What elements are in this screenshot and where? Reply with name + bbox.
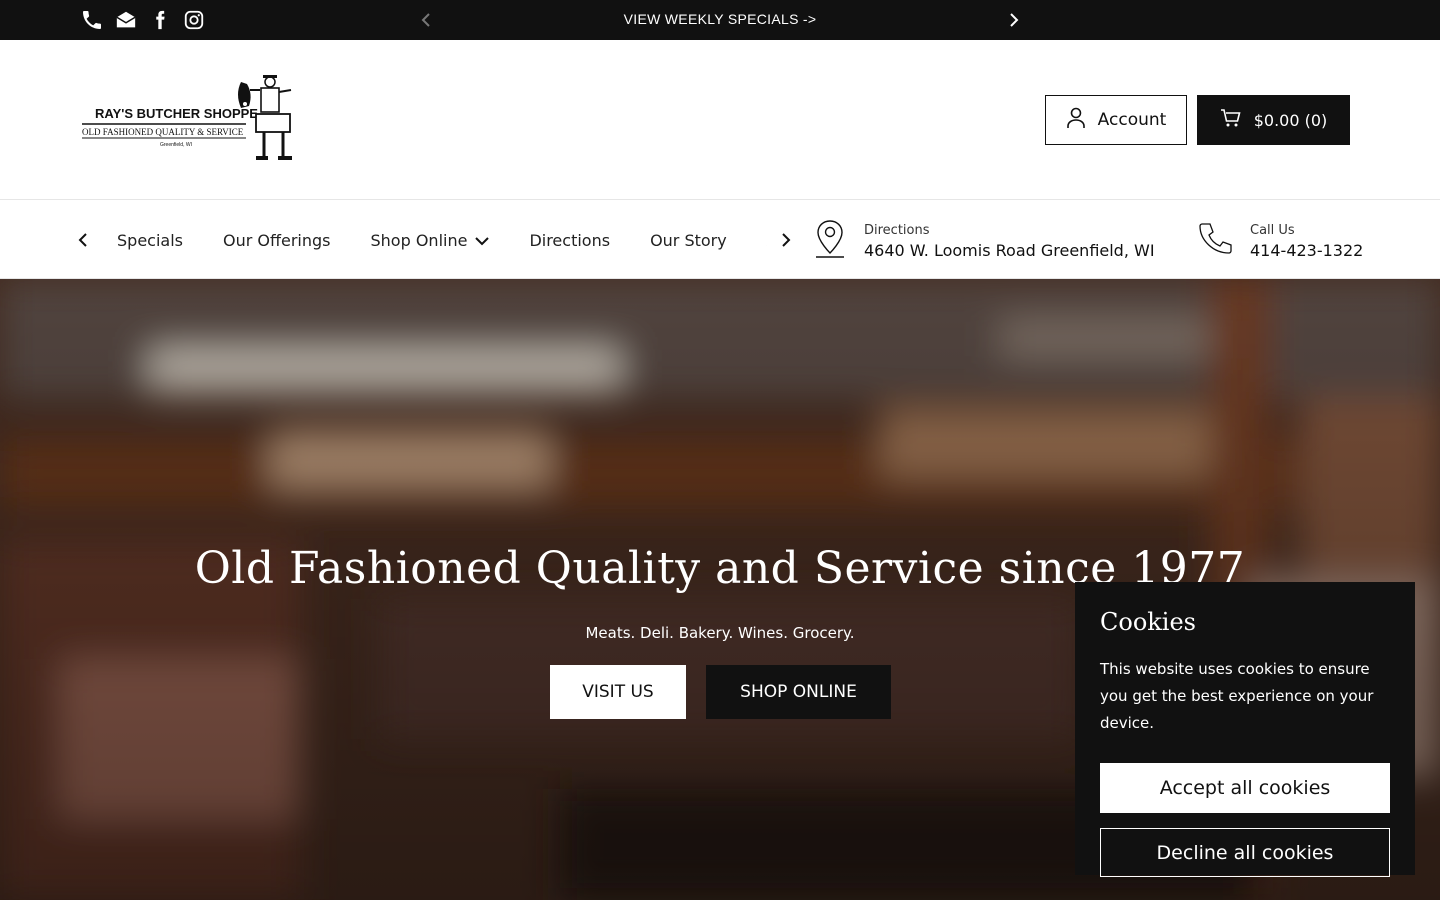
phone-outline-icon <box>1196 219 1234 263</box>
directions-info[interactable]: Directions 4640 W. Loomis Road Greenfiel… <box>812 219 1155 263</box>
chevron-down-icon <box>475 231 490 250</box>
directions-label: Directions <box>864 222 930 238</box>
nav-item-specials[interactable]: Specials <box>117 231 183 250</box>
announcement-prev-icon[interactable] <box>417 10 435 30</box>
phone-icon[interactable] <box>80 8 104 32</box>
svg-text:OLD FASHIONED QUALITY & SERVIC: OLD FASHIONED QUALITY & SERVICE <box>82 127 244 137</box>
announcement-bar: VIEW WEEKLY SPECIALS -> <box>0 0 1440 40</box>
store-address: 4640 W. Loomis Road Greenfield, WI <box>864 240 1155 260</box>
store-phone: 414-423-1322 <box>1250 240 1364 260</box>
nav-item-shop-online[interactable]: Shop Online <box>371 231 490 250</box>
nav-prev-icon[interactable] <box>74 230 92 250</box>
cookie-message: This website uses cookies to ensure you … <box>1100 660 1374 732</box>
nav-item-directions[interactable]: Directions <box>529 231 610 250</box>
cookie-title: Cookies <box>1100 608 1196 636</box>
nav-next-icon[interactable] <box>777 230 795 250</box>
nav-item-our-offerings[interactable]: Our Offerings <box>223 231 331 250</box>
call-info[interactable]: Call Us 414-423-1322 <box>1196 219 1363 263</box>
accept-cookies-button[interactable]: Accept all cookies <box>1100 763 1390 813</box>
cookie-banner: Cookies This website uses cookies to ens… <box>1075 582 1415 877</box>
decline-cookies-button[interactable]: Decline all cookies <box>1100 828 1390 877</box>
main-nav: Specials Our Offerings Shop Online Direc… <box>0 201 1440 279</box>
cart-icon <box>1220 108 1242 132</box>
cart-label: $0.00 (0) <box>1253 110 1328 130</box>
store-logo[interactable]: RAY'S BUTCHER SHOPPE OLD FASHIONED QUALI… <box>80 74 296 164</box>
cart-button[interactable]: $0.00 (0) <box>1197 95 1350 145</box>
weekly-specials-link[interactable]: VIEW WEEKLY SPECIALS -> <box>500 11 940 27</box>
call-us-label: Call Us <box>1250 222 1295 238</box>
site-header: RAY'S BUTCHER SHOPPE OLD FASHIONED QUALI… <box>0 40 1440 200</box>
map-pin-icon <box>812 219 848 263</box>
svg-text:RAY'S BUTCHER SHOPPE: RAY'S BUTCHER SHOPPE <box>95 106 258 121</box>
account-button[interactable]: Account <box>1045 95 1187 145</box>
shop-online-button[interactable]: SHOP ONLINE <box>706 665 891 719</box>
social-links <box>80 8 206 32</box>
announcement-next-icon[interactable] <box>1005 10 1023 30</box>
nav-item-our-story[interactable]: Our Story <box>650 231 727 250</box>
account-label: Account <box>1097 110 1167 130</box>
visit-us-button[interactable]: VISIT US <box>550 665 686 719</box>
email-icon[interactable] <box>114 8 138 32</box>
nav-scroll-area: Specials Our Offerings Shop Online Direc… <box>117 201 767 279</box>
instagram-icon[interactable] <box>182 8 206 32</box>
user-icon <box>1066 107 1086 134</box>
svg-text:Greenfield, WI: Greenfield, WI <box>160 142 192 148</box>
facebook-icon[interactable] <box>148 8 172 32</box>
